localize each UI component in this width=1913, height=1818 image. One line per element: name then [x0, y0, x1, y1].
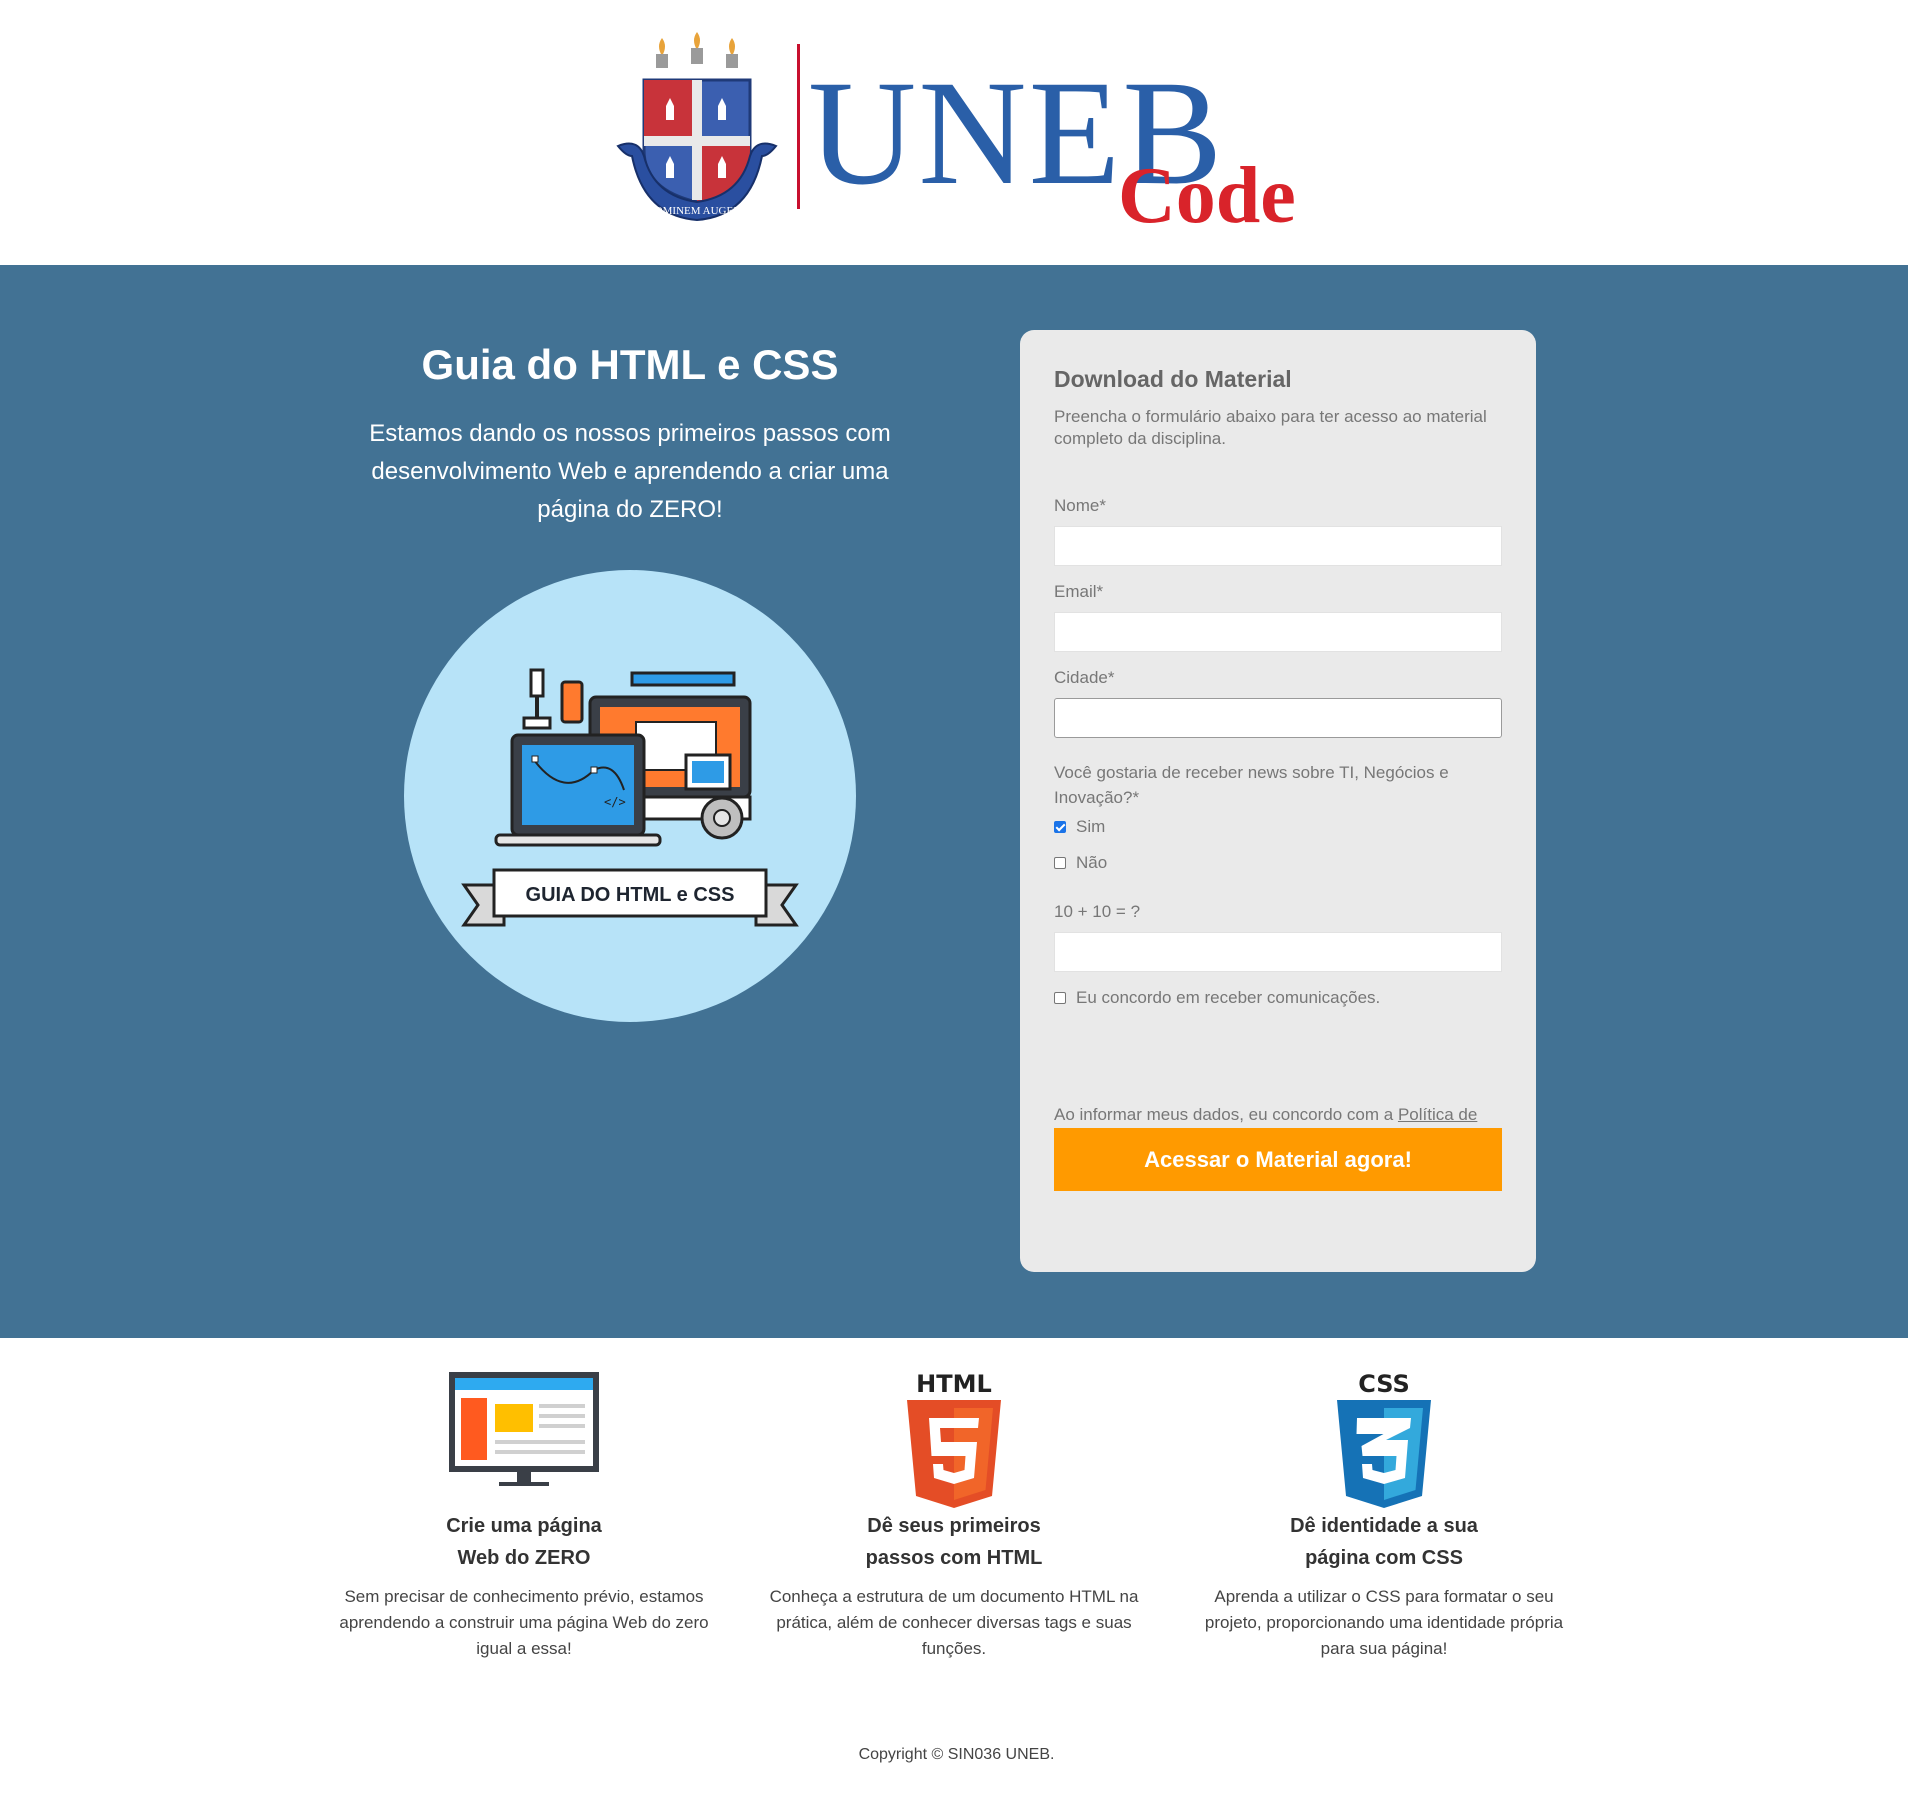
- site-header: HOMINEM AUGERE UNEB Code: [0, 0, 1913, 265]
- captcha-field[interactable]: [1054, 932, 1502, 972]
- hero-badge-label: GUIA DO HTML e CSS: [526, 884, 735, 906]
- yes-label: Sim: [1076, 817, 1106, 836]
- monitor-icon: [449, 1372, 599, 1486]
- form-intro: Preencha o formulário abaixo para ter ac…: [1054, 407, 1487, 448]
- download-form: Download do Material Preencha o formulár…: [1020, 330, 1536, 1272]
- consent-option[interactable]: Eu concordo em receber comunicações.: [1054, 988, 1380, 1008]
- html5-icon: HTML: [907, 1370, 1001, 1508]
- feature-css: CSS Dê identidade a sua página com CSS A…: [1194, 1370, 1574, 1662]
- consent-checkbox[interactable]: [1054, 992, 1066, 1004]
- name-field[interactable]: [1054, 526, 1502, 566]
- news-option-no[interactable]: Não: [1054, 853, 1107, 873]
- feature-description: Aprenda a utilizar o CSS para formatar o…: [1204, 1587, 1564, 1658]
- svg-text:</>: </>: [604, 795, 626, 809]
- email-field[interactable]: [1054, 612, 1502, 652]
- css-icon-label: CSS: [1358, 1370, 1410, 1398]
- feature-title-line2: página com CSS: [1305, 1547, 1463, 1569]
- email-label: Email*: [1054, 582, 1104, 601]
- feature-description: Conheça a estrutura de um documento HTML…: [769, 1587, 1139, 1658]
- hero-illustration: </> GUIA DO HTML e CSS: [404, 570, 856, 1022]
- css3-icon: CSS: [1337, 1370, 1431, 1508]
- feature-title-line2: Web do ZERO: [457, 1547, 591, 1569]
- name-label: Nome*: [1054, 496, 1106, 515]
- consent-label: Eu concordo em receber comunicações.: [1076, 988, 1381, 1007]
- no-checkbox[interactable]: [1054, 857, 1066, 869]
- logo-subtitle: Code: [1118, 152, 1296, 240]
- uneb-crest-logo: HOMINEM AUGERE: [616, 32, 778, 222]
- feature-title-line1: Dê seus primeiros: [867, 1515, 1041, 1537]
- logo-divider: [797, 44, 800, 209]
- news-option-yes[interactable]: Sim: [1054, 817, 1105, 837]
- feature-create-page: Crie uma página Web do ZERO Sem precisar…: [334, 1370, 714, 1662]
- city-label: Cidade*: [1054, 668, 1115, 687]
- news-question: Você gostaria de receber news sobre TI, …: [1054, 763, 1449, 807]
- footer-copyright: Copyright © SIN036 UNEB.: [858, 1746, 1055, 1763]
- hero-description: Estamos dando os nossos primeiros passos…: [369, 420, 891, 523]
- privacy-text: Ao informar meus dados, eu concordo com …: [1054, 1105, 1398, 1124]
- city-field[interactable]: [1054, 698, 1502, 738]
- submit-button[interactable]: Acessar o Material agora!: [1054, 1128, 1502, 1191]
- feature-title-line1: Crie uma página: [446, 1515, 602, 1537]
- feature-description: Sem precisar de conhecimento prévio, est…: [339, 1587, 709, 1658]
- captcha-label: 10 + 10 = ?: [1054, 902, 1141, 921]
- form-title: Download do Material: [1054, 366, 1292, 392]
- hero-section: Guia do HTML e CSS Estamos dando os noss…: [0, 265, 1908, 1338]
- no-label: Não: [1076, 853, 1108, 872]
- hero-title: Guia do HTML e CSS: [421, 341, 839, 388]
- yes-checkbox[interactable]: [1054, 821, 1066, 833]
- feature-html: HTML Dê seus primeiros passos com HTML C…: [764, 1370, 1144, 1662]
- html-icon-label: HTML: [916, 1370, 992, 1398]
- feature-title-line2: passos com HTML: [865, 1547, 1043, 1569]
- feature-title-line1: Dê identidade a sua: [1290, 1515, 1478, 1537]
- svg-text:HOMINEM AUGERE: HOMINEM AUGERE: [647, 205, 748, 217]
